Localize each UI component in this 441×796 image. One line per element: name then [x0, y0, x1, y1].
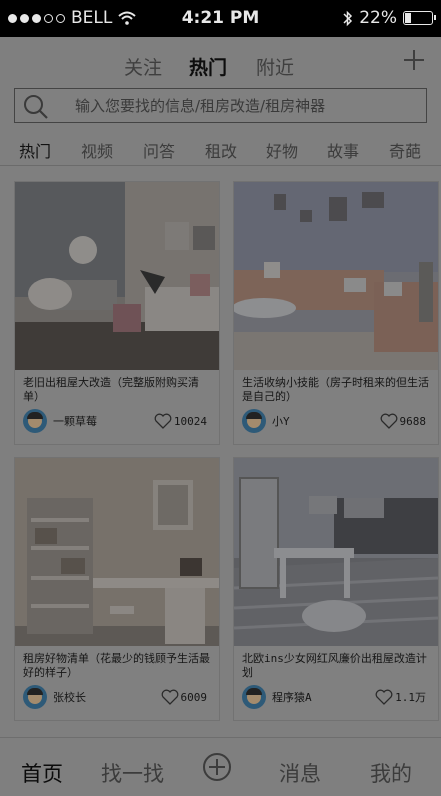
category-stories[interactable]: 故事 — [327, 138, 359, 162]
nav-profile[interactable]: 我的 — [370, 758, 412, 788]
post-title: 老旧出租屋大改造（完整版附购买清单） — [23, 376, 199, 403]
post-author[interactable]: 程序猿A — [242, 685, 312, 709]
avatar — [23, 409, 47, 433]
status-right: 22% — [343, 8, 436, 28]
avatar — [242, 409, 266, 433]
post-likes[interactable]: 6009 — [161, 689, 208, 705]
battery-level — [405, 13, 411, 23]
like-count: 6009 — [180, 690, 208, 704]
category-video[interactable]: 视频 — [81, 138, 113, 162]
bluetooth-icon — [343, 10, 353, 26]
tab-nearby[interactable]: 附近 — [256, 53, 294, 80]
category-renovation[interactable]: 租改 — [205, 138, 237, 162]
search-icon — [24, 95, 48, 119]
heart-icon — [375, 689, 393, 705]
category-weird[interactable]: 奇葩 — [389, 138, 421, 162]
author-name: 小Y — [272, 415, 290, 428]
post-title: 租房好物清单（花最少的钱顾予生活最好的样子） — [23, 652, 210, 679]
author-name: 程序猿A — [272, 691, 312, 704]
nav-search[interactable]: 找一找 — [101, 758, 164, 788]
post-author[interactable]: 小Y — [242, 409, 290, 433]
post-likes[interactable]: 10024 — [154, 413, 207, 429]
post-author[interactable]: 张校长 — [23, 685, 86, 709]
bottom-nav: 首页 找一找 消息 我的 — [0, 737, 441, 796]
avatar — [242, 685, 266, 709]
post-image — [234, 458, 438, 646]
category-bar: 热门 视频 问答 租改 好物 故事 奇葩 — [0, 131, 441, 166]
tab-follow[interactable]: 关注 — [124, 53, 162, 80]
post-title: 北欧ins少女网红风廉价出租屋改造计划 — [242, 652, 427, 679]
post-card[interactable]: 租房好物清单（花最少的钱顾予生活最好的样子） 张校长 6009 — [14, 457, 220, 721]
post-card[interactable]: 北欧ins少女网红风廉价出租屋改造计划 程序猿A 1.1万 — [233, 457, 439, 721]
post-card[interactable]: 老旧出租屋大改造（完整版附购买清单） 一颗草莓 10024 — [14, 181, 220, 445]
heart-icon — [380, 413, 397, 429]
category-goods[interactable]: 好物 — [266, 138, 298, 162]
post-image — [15, 458, 219, 646]
category-hot[interactable]: 热门 — [19, 138, 51, 162]
status-bar: BELL 4:21 PM 22% — [0, 0, 441, 37]
top-tab-bar: 关注 热门 附近 — [0, 37, 441, 87]
like-count: 1.1万 — [395, 691, 426, 704]
heart-icon — [161, 689, 178, 705]
like-count: 9688 — [399, 414, 427, 428]
search-input[interactable] — [73, 93, 417, 119]
battery-percent: 22% — [359, 8, 397, 28]
author-name: 张校长 — [53, 691, 86, 704]
plus-icon[interactable] — [403, 49, 425, 71]
heart-icon — [154, 413, 172, 429]
post-likes[interactable]: 1.1万 — [375, 689, 426, 705]
post-image — [15, 182, 219, 370]
nav-home[interactable]: 首页 — [21, 758, 63, 788]
battery-icon — [403, 11, 436, 25]
search-bar[interactable] — [14, 88, 427, 123]
post-title: 生活收纳小技能（房子时租来的但生活是自己的） — [242, 376, 429, 403]
category-qa[interactable]: 问答 — [143, 138, 175, 162]
like-count: 10024 — [173, 414, 207, 428]
post-author[interactable]: 一颗草莓 — [23, 409, 97, 433]
post-likes[interactable]: 9688 — [380, 413, 427, 429]
nav-messages[interactable]: 消息 — [279, 758, 321, 788]
avatar — [23, 685, 47, 709]
author-name: 一颗草莓 — [53, 415, 97, 428]
post-image — [234, 182, 438, 370]
circle-plus-icon[interactable] — [202, 752, 232, 782]
post-card[interactable]: 生活收纳小技能（房子时租来的但生活是自己的） 小Y 9688 — [233, 181, 439, 445]
tab-hot[interactable]: 热门 — [189, 53, 227, 80]
